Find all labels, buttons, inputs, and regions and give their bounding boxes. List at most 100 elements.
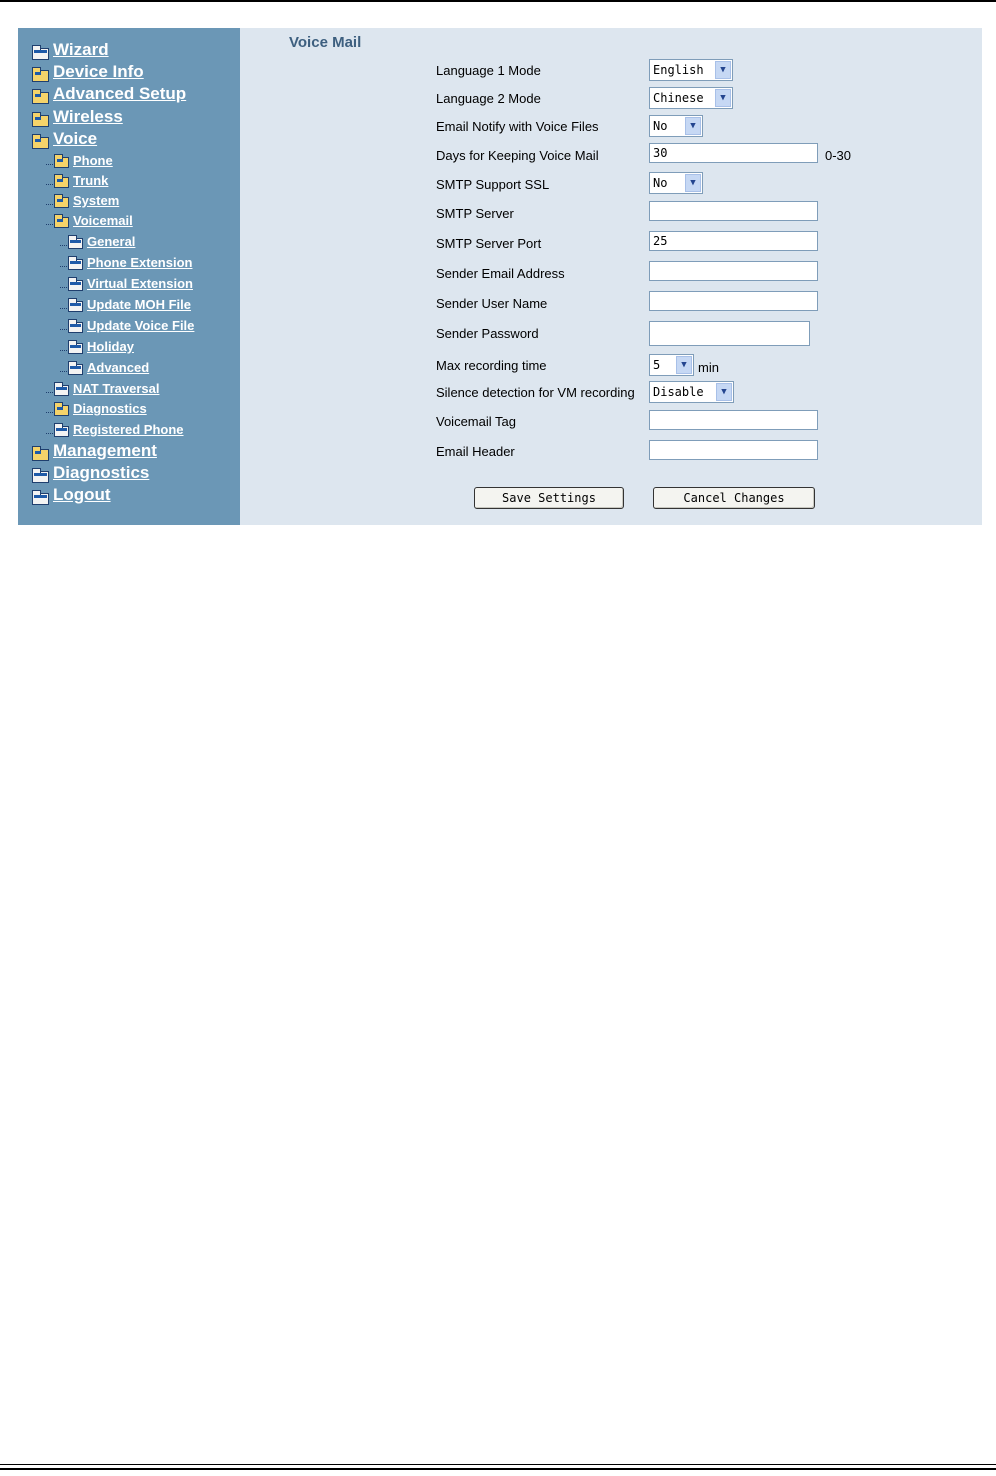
folder-icon	[68, 256, 83, 270]
open-folder-icon	[32, 134, 49, 149]
nav-voice[interactable]: Voice	[32, 129, 97, 149]
nav-holiday[interactable]: Holiday	[60, 339, 134, 354]
email-notify-select[interactable]: No ▼	[649, 115, 703, 137]
open-folder-icon	[54, 174, 69, 188]
folder-icon	[68, 277, 83, 291]
nav-voice-diagnostics-link[interactable]: Diagnostics	[73, 401, 147, 416]
nav-logout[interactable]: Logout	[32, 485, 111, 505]
cancel-changes-button[interactable]: Cancel Changes	[653, 487, 815, 509]
tree-line	[46, 223, 53, 225]
top-rule	[0, 0, 996, 2]
silence-detection-label: Silence detection for VM recording	[436, 385, 635, 400]
nav-general-link[interactable]: General	[87, 234, 135, 249]
smtp-ssl-select[interactable]: No ▼	[649, 172, 703, 194]
nav-diagnostics[interactable]: Diagnostics	[32, 463, 149, 483]
nav-wireless-link[interactable]: Wireless	[53, 107, 123, 127]
max-recording-value: 5	[653, 358, 661, 372]
chevron-down-icon[interactable]: ▼	[685, 174, 701, 192]
nav-virtual-extension-link[interactable]: Virtual Extension	[87, 276, 193, 291]
language1-label: Language 1 Mode	[436, 63, 541, 78]
smtp-port-input[interactable]: 25	[649, 231, 818, 251]
folder-icon	[54, 423, 69, 437]
folder-icon	[68, 319, 83, 333]
silence-detection-value: Disable	[653, 385, 704, 399]
chevron-down-icon[interactable]: ▼	[715, 61, 731, 79]
folder-icon	[32, 45, 49, 60]
save-settings-button[interactable]: Save Settings	[474, 487, 624, 509]
bottom-rule-thin	[0, 1464, 996, 1465]
smtp-ssl-label: SMTP Support SSL	[436, 177, 550, 192]
nav-trunk-link[interactable]: Trunk	[73, 173, 108, 188]
sidebar-nav: Wizard Device Info Advanced Setup Wirele…	[18, 28, 240, 525]
tree-line	[60, 370, 67, 372]
nav-management-link[interactable]: Management	[53, 441, 157, 461]
nav-registered-phone[interactable]: Registered Phone	[46, 422, 184, 437]
nav-phone-link[interactable]: Phone	[73, 153, 113, 168]
nav-system-link[interactable]: System	[73, 193, 119, 208]
silence-detection-select[interactable]: Disable ▼	[649, 381, 734, 403]
tree-line	[46, 203, 53, 205]
sender-email-label: Sender Email Address	[436, 266, 565, 281]
tree-line	[60, 349, 67, 351]
nav-update-voice-file[interactable]: Update Voice File	[60, 318, 194, 333]
nav-system[interactable]: System	[46, 193, 119, 208]
tree-line	[46, 411, 53, 413]
nav-nat-traversal[interactable]: NAT Traversal	[46, 381, 159, 396]
max-recording-select[interactable]: 5 ▼	[649, 354, 694, 376]
nav-registered-phone-link[interactable]: Registered Phone	[73, 422, 184, 437]
nav-holiday-link[interactable]: Holiday	[87, 339, 134, 354]
language1-select[interactable]: English ▼	[649, 59, 733, 81]
nav-nat-traversal-link[interactable]: NAT Traversal	[73, 381, 159, 396]
nav-update-moh-file-link[interactable]: Update MOH File	[87, 297, 191, 312]
nav-update-moh-file[interactable]: Update MOH File	[60, 297, 191, 312]
nav-voice-link[interactable]: Voice	[53, 129, 97, 149]
folder-icon	[68, 361, 83, 375]
nav-trunk[interactable]: Trunk	[46, 173, 108, 188]
router-ui-frame: Wizard Device Info Advanced Setup Wirele…	[18, 28, 982, 525]
folder-icon	[68, 340, 83, 354]
nav-phone-extension-link[interactable]: Phone Extension	[87, 255, 192, 270]
sender-email-input[interactable]	[649, 261, 818, 281]
tree-line	[46, 432, 53, 434]
nav-virtual-extension[interactable]: Virtual Extension	[60, 276, 193, 291]
sender-password-input[interactable]	[649, 321, 810, 346]
language2-select[interactable]: Chinese ▼	[649, 87, 733, 109]
nav-logout-link[interactable]: Logout	[53, 485, 111, 505]
language1-value: English	[653, 63, 704, 77]
nav-voicemail[interactable]: Voicemail	[46, 213, 133, 228]
nav-diagnostics-link[interactable]: Diagnostics	[53, 463, 149, 483]
nav-voice-diagnostics[interactable]: Diagnostics	[46, 401, 147, 416]
chevron-down-icon[interactable]: ▼	[715, 89, 731, 107]
nav-general[interactable]: General	[60, 234, 135, 249]
nav-advanced[interactable]: Advanced	[60, 360, 149, 375]
sender-user-input[interactable]	[649, 291, 818, 311]
nav-device-info-link[interactable]: Device Info	[53, 62, 144, 82]
open-folder-icon	[32, 446, 49, 461]
nav-phone[interactable]: Phone	[46, 153, 113, 168]
bottom-rule-thick	[0, 1468, 996, 1470]
email-header-input[interactable]	[649, 440, 818, 460]
nav-advanced-link[interactable]: Advanced	[87, 360, 149, 375]
nav-advanced-setup-link[interactable]: Advanced Setup	[53, 84, 186, 104]
chevron-down-icon[interactable]: ▼	[685, 117, 701, 135]
chevron-down-icon[interactable]: ▼	[676, 356, 692, 374]
nav-wizard-link[interactable]: Wizard	[53, 40, 109, 60]
nav-update-voice-file-link[interactable]: Update Voice File	[87, 318, 194, 333]
nav-voicemail-link[interactable]: Voicemail	[73, 213, 133, 228]
voicemail-tag-input[interactable]	[649, 410, 818, 430]
nav-wizard[interactable]: Wizard	[32, 40, 109, 60]
nav-advanced-setup[interactable]: Advanced Setup	[32, 84, 186, 104]
chevron-down-icon[interactable]: ▼	[716, 383, 732, 401]
main-content: Voice Mail Language 1 Mode English ▼ Lan…	[240, 28, 982, 525]
days-keep-input[interactable]: 30	[649, 143, 818, 163]
days-keep-range: 0-30	[825, 148, 852, 163]
sender-user-label: Sender User Name	[436, 296, 548, 311]
folder-icon	[68, 235, 83, 249]
nav-device-info[interactable]: Device Info	[32, 62, 144, 82]
nav-wireless[interactable]: Wireless	[32, 107, 123, 127]
smtp-server-label: SMTP Server	[436, 206, 514, 221]
nav-phone-extension[interactable]: Phone Extension	[60, 255, 192, 270]
nav-management[interactable]: Management	[32, 441, 157, 461]
smtp-server-input[interactable]	[649, 201, 818, 221]
tree-line	[46, 391, 53, 393]
